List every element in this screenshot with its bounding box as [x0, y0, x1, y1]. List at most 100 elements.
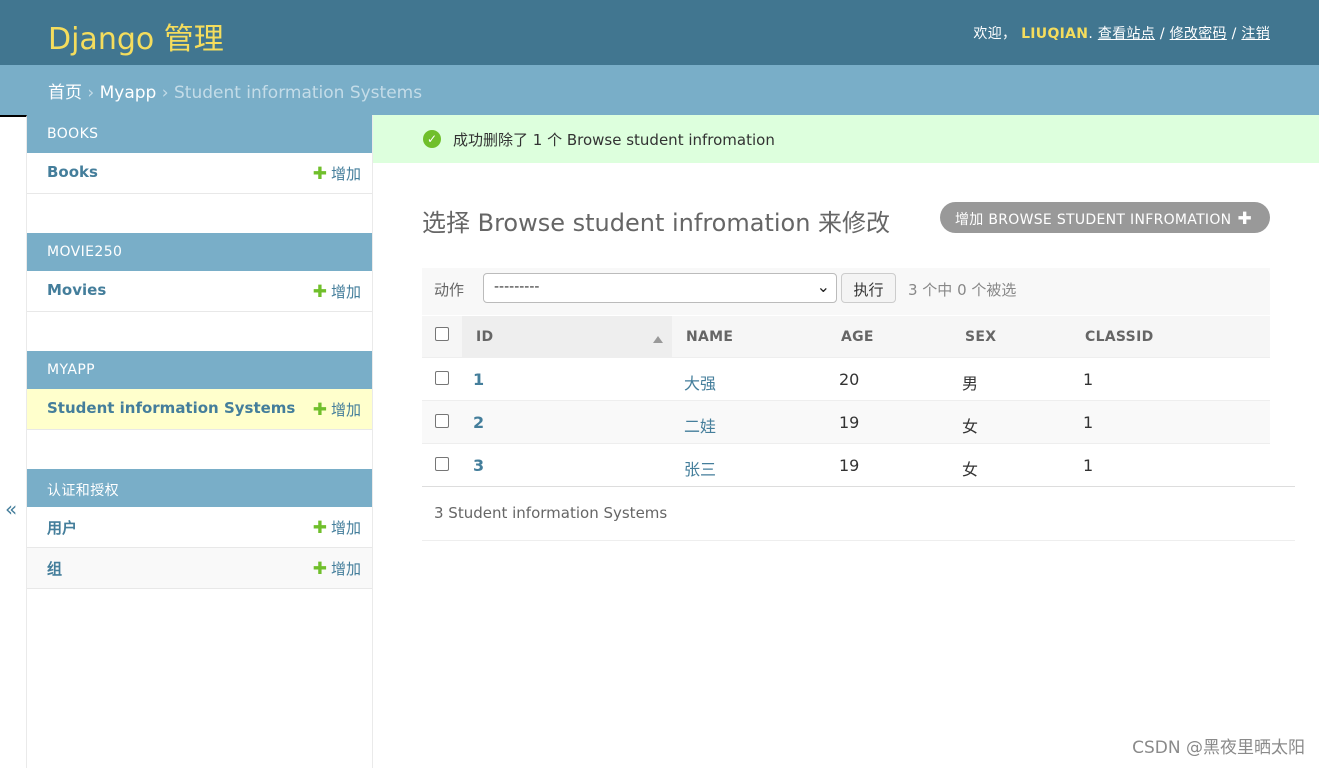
row-age: 20: [839, 370, 860, 389]
view-site-link[interactable]: 查看站点: [1098, 26, 1155, 42]
row-age: 19: [839, 413, 860, 432]
plus-icon: ✚: [312, 400, 327, 420]
message-text: 成功删除了 1 个 Browse student infromation: [453, 131, 775, 149]
add-label: 增加: [330, 165, 361, 183]
row-sex: 男: [962, 374, 979, 393]
sort-ascending-icon[interactable]: [653, 336, 663, 343]
sidebar-item-groups: 组 ✚ 增加: [27, 548, 372, 589]
site-header: Django 管理 欢迎， LIUQIAN. 查看站点 / 修改密码 / 注销: [0, 0, 1319, 65]
breadcrumb-separator: ›: [161, 83, 169, 103]
sorted-column-bg: [462, 316, 672, 358]
row-name-link[interactable]: 大强: [684, 374, 716, 393]
add-link[interactable]: ✚ 增加: [313, 281, 361, 302]
username-period: .: [1088, 26, 1094, 42]
breadcrumb: 首页 › Myapp › Student information Systems: [0, 65, 1319, 115]
row-name-link[interactable]: 二娃: [684, 417, 716, 436]
paginator: 3 Student information Systems: [422, 486, 1295, 541]
table-row: 1 大强 20 男 1: [422, 358, 1270, 401]
welcome-text: 欢迎，: [973, 26, 1017, 42]
collapse-nav-icon[interactable]: «: [5, 497, 17, 521]
module-myapp: MYAPP Student information Systems ✚ 增加: [27, 351, 372, 430]
add-label: 增加: [330, 283, 361, 301]
column-header-id[interactable]: ID: [476, 329, 493, 345]
watermark: CSDN @黑夜里晒太阳: [1132, 738, 1305, 758]
action-label: 动作: [434, 281, 465, 299]
go-button[interactable]: 执行: [841, 273, 896, 303]
column-header-sex[interactable]: SEX: [965, 329, 996, 345]
sidebar-item-movies: Movies ✚ 增加: [27, 271, 372, 312]
module-caption[interactable]: 认证和授权: [27, 469, 372, 507]
add-label: 增加: [330, 519, 361, 537]
module-auth: 认证和授权 用户 ✚ 增加 组 ✚ 增加: [27, 469, 372, 589]
success-message: ✓ 成功删除了 1 个 Browse student infromation: [373, 115, 1319, 163]
result-list: ID NAME AGE SEX CLASSID 1 大强 20 男 1 2 二娃…: [422, 316, 1270, 487]
breadcrumb-app[interactable]: Myapp: [100, 83, 157, 103]
add-label: 增加: [330, 560, 361, 578]
module-movie250: MOVIE250 Movies ✚ 增加: [27, 233, 372, 312]
row-id-link[interactable]: 1: [473, 370, 484, 389]
add-object-button[interactable]: 增加 BROWSE STUDENT INFROMATION ✚: [940, 202, 1270, 233]
module-books: BOOKS Books ✚ 增加: [27, 115, 372, 194]
breadcrumb-home[interactable]: 首页: [48, 83, 82, 103]
separator: /: [1159, 26, 1165, 42]
row-classid: 1: [1083, 456, 1094, 475]
column-header-classid[interactable]: CLASSID: [1085, 329, 1154, 345]
action-select[interactable]: --------- ⌄: [483, 273, 837, 303]
sidebar-item-student-information-systems: Student information Systems ✚ 增加: [27, 389, 372, 430]
row-checkbox[interactable]: [435, 457, 449, 471]
breadcrumb-current: Student information Systems: [173, 83, 423, 103]
check-circle-icon: ✓: [423, 130, 441, 148]
actions-bar: 动作 --------- ⌄ 执行 3 个中 0 个被选: [422, 268, 1270, 315]
row-checkbox[interactable]: [435, 414, 449, 428]
model-link[interactable]: 组: [47, 558, 62, 579]
table-header: ID NAME AGE SEX CLASSID: [422, 316, 1270, 358]
model-link[interactable]: 用户: [47, 517, 77, 538]
add-link[interactable]: ✚ 增加: [313, 558, 361, 579]
selection-counter: 3 个中 0 个被选: [908, 281, 1017, 299]
add-link[interactable]: ✚ 增加: [313, 163, 361, 184]
plus-icon: ✚: [1237, 209, 1253, 229]
model-link[interactable]: Movies: [47, 281, 106, 299]
logout-link[interactable]: 注销: [1241, 26, 1270, 42]
column-header-name[interactable]: NAME: [686, 329, 733, 345]
content-main: ✓ 成功删除了 1 个 Browse student infromation 选…: [373, 115, 1319, 768]
module-caption[interactable]: MYAPP: [27, 351, 372, 389]
sidebar-item-users: 用户 ✚ 增加: [27, 507, 372, 548]
add-link[interactable]: ✚ 增加: [313, 517, 361, 538]
table-row: 3 张三 19 女 1: [422, 444, 1270, 487]
add-link[interactable]: ✚ 增加: [313, 399, 361, 420]
plus-icon: ✚: [312, 559, 327, 579]
nav-sidebar-toggle[interactable]: «: [0, 115, 27, 768]
row-checkbox[interactable]: [435, 371, 449, 385]
plus-icon: ✚: [312, 282, 327, 302]
username: LIUQIAN: [1021, 26, 1089, 42]
row-sex: 女: [962, 417, 979, 436]
row-id-link[interactable]: 3: [473, 456, 484, 475]
add-button-label: 增加 BROWSE STUDENT INFROMATION: [955, 212, 1232, 228]
page-title: 选择 Browse student infromation 来修改: [422, 209, 891, 237]
chevron-down-icon: ⌄: [816, 277, 830, 296]
column-header-age[interactable]: AGE: [841, 329, 874, 345]
row-name-link[interactable]: 张三: [684, 460, 716, 479]
row-classid: 1: [1083, 370, 1094, 389]
module-caption[interactable]: BOOKS: [27, 115, 372, 153]
model-link[interactable]: Student information Systems: [47, 399, 295, 417]
sidebar-item-books: Books ✚ 增加: [27, 153, 372, 194]
row-sex: 女: [962, 460, 979, 479]
site-brand[interactable]: Django 管理: [48, 14, 224, 58]
model-link[interactable]: Books: [47, 163, 98, 181]
user-tools: 欢迎， LIUQIAN. 查看站点 / 修改密码 / 注销: [973, 23, 1270, 43]
row-classid: 1: [1083, 413, 1094, 432]
row-age: 19: [839, 456, 860, 475]
plus-icon: ✚: [312, 164, 327, 184]
separator: /: [1231, 26, 1237, 42]
row-id-link[interactable]: 2: [473, 413, 484, 432]
nav-sidebar: BOOKS Books ✚ 增加 MOVIE250 Movies ✚ 增加 MYAP…: [27, 115, 373, 768]
change-password-link[interactable]: 修改密码: [1170, 26, 1227, 42]
add-label: 增加: [330, 401, 361, 419]
plus-icon: ✚: [312, 518, 327, 538]
table-row: 2 二娃 19 女 1: [422, 401, 1270, 444]
module-caption[interactable]: MOVIE250: [27, 233, 372, 271]
select-all-checkbox[interactable]: [435, 327, 449, 341]
action-select-value: ---------: [494, 279, 540, 295]
